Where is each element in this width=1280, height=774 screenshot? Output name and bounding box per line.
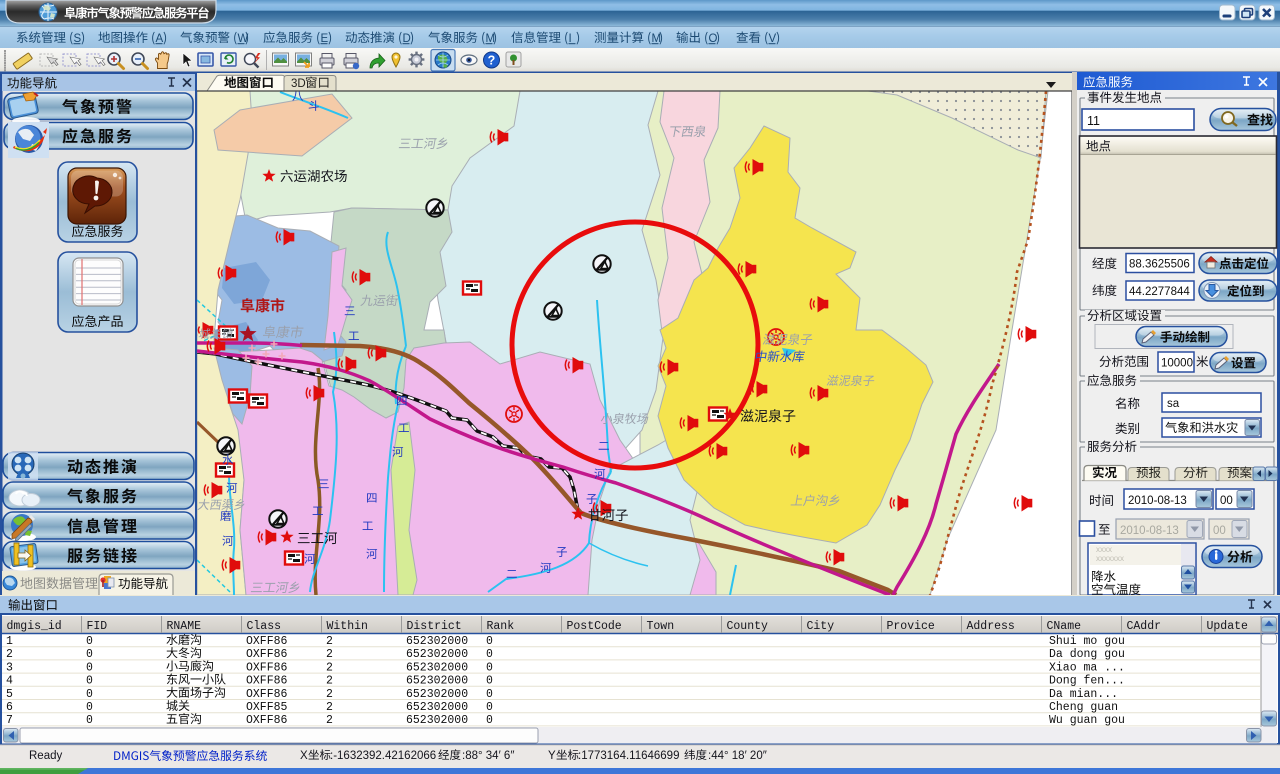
svg-text::-1632392.42162066: :-1632392.42162066	[330, 750, 436, 762]
svg-text:Da mian...: Da mian...	[1049, 688, 1118, 701]
svg-text:Class: Class	[247, 620, 282, 633]
svg-text:2010-08-13: 2010-08-13	[1128, 495, 1187, 507]
svg-text:County: County	[727, 620, 769, 633]
svg-text:652302000: 652302000	[406, 675, 468, 688]
svg-text:0: 0	[486, 714, 493, 727]
svg-text:xxxx: xxxx	[1096, 545, 1112, 554]
svg-text:00: 00	[1220, 495, 1233, 507]
svg-text:0: 0	[86, 688, 93, 701]
svg-text:7: 7	[6, 714, 13, 727]
svg-text:0: 0	[86, 675, 93, 688]
svg-text:OXFF86: OXFF86	[246, 661, 288, 674]
svg-text:CName: CName	[1047, 620, 1082, 633]
svg-text:0: 0	[486, 675, 493, 688]
svg-text:0: 0	[86, 648, 93, 661]
svg-text:2: 2	[326, 714, 333, 727]
svg-text:44.2277844: 44.2277844	[1129, 286, 1190, 298]
svg-text:10000: 10000	[1161, 358, 1193, 370]
svg-text:CAddr: CAddr	[1127, 620, 1162, 633]
svg-text:2: 2	[326, 675, 333, 688]
svg-text:OXFF86: OXFF86	[246, 635, 288, 648]
svg-text:0: 0	[486, 635, 493, 648]
svg-text:2: 2	[326, 688, 333, 701]
svg-text:FID: FID	[87, 620, 108, 633]
svg-text:00: 00	[1213, 525, 1226, 537]
svg-text:OXFF86: OXFF86	[246, 675, 288, 688]
svg-text:6: 6	[6, 701, 13, 714]
svg-text:1: 1	[6, 635, 13, 648]
svg-text:5: 5	[6, 688, 13, 701]
svg-text:2: 2	[326, 648, 333, 661]
svg-text:Y: Y	[548, 750, 556, 762]
svg-text:Update: Update	[1207, 620, 1249, 633]
svg-text:District: District	[407, 620, 462, 633]
svg-text:xxxxxxx: xxxxxxx	[1096, 554, 1124, 563]
svg-text:2: 2	[326, 661, 333, 674]
svg-text:OXFF86: OXFF86	[246, 688, 288, 701]
svg-text:652302000: 652302000	[406, 701, 468, 714]
svg-text:4: 4	[6, 675, 13, 688]
svg-text:OXFF86: OXFF86	[246, 714, 288, 727]
svg-text:City: City	[807, 620, 835, 633]
svg-text:Rank: Rank	[487, 620, 515, 633]
svg-text:Xiao ma ...: Xiao ma ...	[1049, 661, 1125, 674]
svg-text:Provice: Provice	[887, 620, 935, 633]
svg-text:652302000: 652302000	[406, 661, 468, 674]
svg-text:652302000: 652302000	[406, 648, 468, 661]
svg-text:Da dong gou: Da dong gou	[1049, 648, 1125, 661]
svg-text:Address: Address	[967, 620, 1015, 633]
svg-text:Wu guan gou: Wu guan gou	[1049, 714, 1125, 727]
svg-text:Shui mo gou: Shui mo gou	[1049, 635, 1125, 648]
svg-text:0: 0	[86, 661, 93, 674]
svg-text:?: ?	[488, 54, 496, 68]
svg-text:OXFF85: OXFF85	[246, 701, 288, 714]
svg-text:0: 0	[86, 701, 93, 714]
svg-text:dmgis_id: dmgis_id	[7, 620, 62, 633]
svg-text:OXFF86: OXFF86	[246, 648, 288, 661]
svg-text:0: 0	[486, 701, 493, 714]
svg-text:3: 3	[6, 661, 13, 674]
svg-text:0: 0	[86, 635, 93, 648]
svg-text:652302000: 652302000	[406, 635, 468, 648]
svg-text::1773164.11646699: :1773164.11646699	[578, 750, 679, 762]
svg-text:X: X	[300, 750, 308, 762]
svg-text:Dong fen...: Dong fen...	[1049, 675, 1125, 688]
svg-text:11: 11	[1087, 114, 1100, 128]
svg-text:Town: Town	[647, 620, 675, 633]
svg-text::88° 34′ 6″: :88° 34′ 6″	[462, 750, 514, 762]
svg-text:0: 0	[486, 648, 493, 661]
svg-text:0: 0	[486, 688, 493, 701]
svg-text:sa: sa	[1167, 398, 1180, 410]
svg-text:2010-08-13: 2010-08-13	[1120, 525, 1179, 537]
svg-text:88.3625506: 88.3625506	[1129, 259, 1190, 271]
svg-text:RNAME: RNAME	[167, 620, 202, 633]
svg-text:0: 0	[486, 661, 493, 674]
svg-text:652302000: 652302000	[406, 688, 468, 701]
svg-text:0: 0	[86, 714, 93, 727]
svg-text:2: 2	[326, 701, 333, 714]
svg-text:Ready: Ready	[29, 750, 62, 762]
svg-text:2: 2	[6, 648, 13, 661]
svg-text:Within: Within	[327, 620, 368, 633]
svg-text:PostCode: PostCode	[567, 620, 622, 633]
svg-text:3D: 3D	[291, 78, 306, 90]
svg-text:652302000: 652302000	[406, 714, 468, 727]
svg-text::44° 18′ 20″: :44° 18′ 20″	[708, 750, 767, 762]
svg-text:Cheng guan: Cheng guan	[1049, 701, 1118, 714]
svg-text:2: 2	[326, 635, 333, 648]
